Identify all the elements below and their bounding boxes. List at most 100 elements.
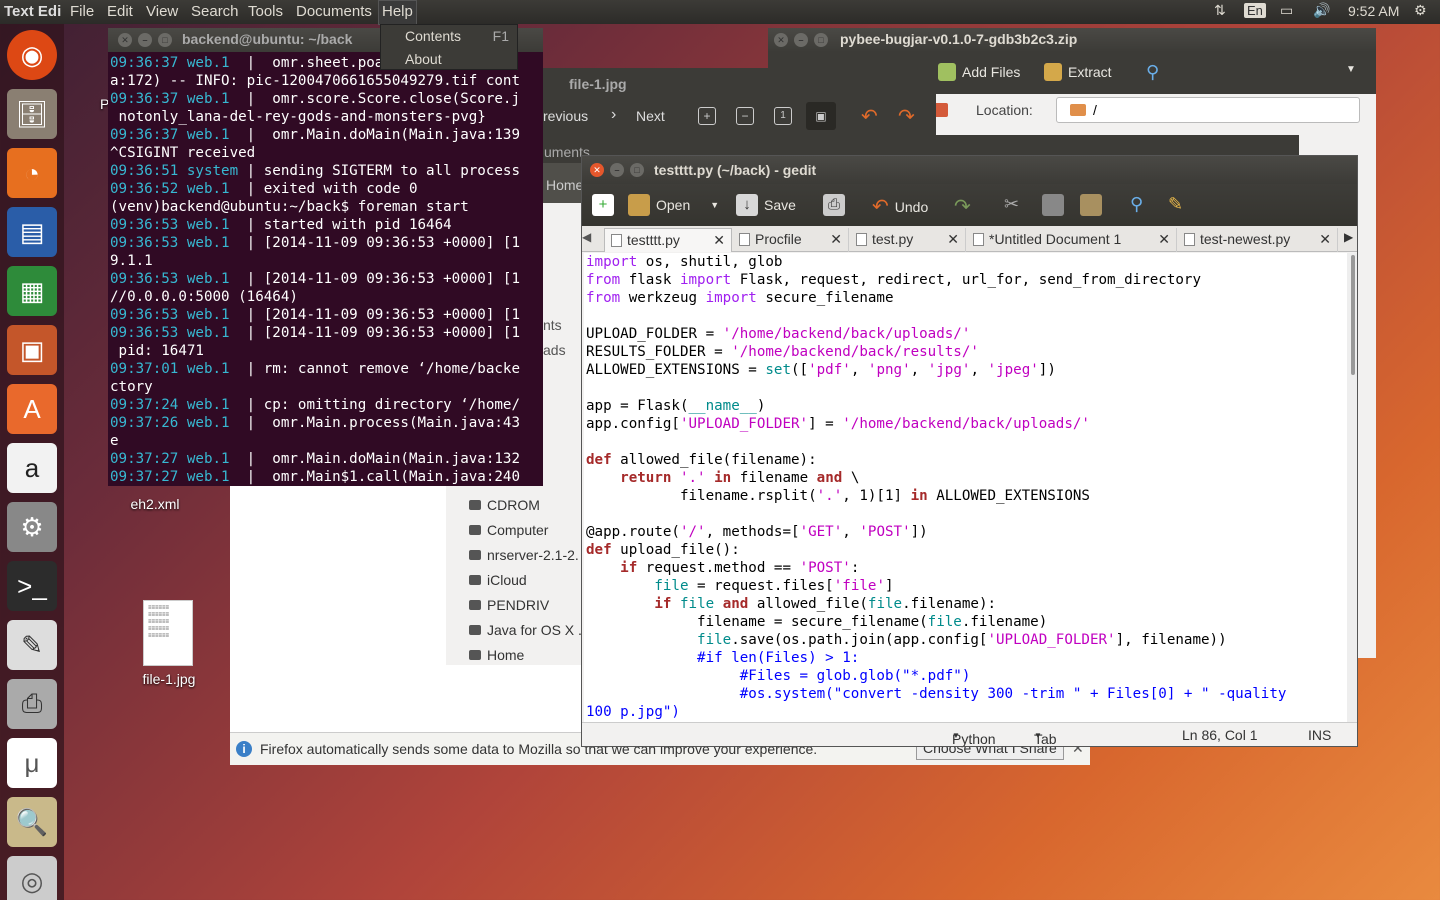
firefox-icon[interactable]: ◔ — [7, 148, 57, 198]
extract-button[interactable]: Extract — [1044, 63, 1112, 81]
menu-edit[interactable]: Edit — [107, 3, 133, 20]
software-center-icon[interactable]: A — [7, 384, 57, 434]
terminal-close-icon[interactable]: ✕ — [118, 33, 132, 47]
zoom-in-icon[interactable]: + — [698, 107, 716, 125]
sidebar-item-home[interactable]: Home — [468, 647, 524, 663]
menu-file[interactable]: File — [70, 3, 94, 20]
clock[interactable]: 9:52 AM — [1348, 3, 1399, 19]
cut-button[interactable]: ✂ — [1004, 194, 1019, 215]
files-icon[interactable]: 🗄 — [7, 89, 57, 139]
sidebar-item-java[interactable]: Java for OS X . — [469, 622, 582, 638]
sidebar-item-nrserver[interactable]: nrserver-2.1-2. — [469, 547, 579, 563]
find-replace-button[interactable]: ✎ — [1168, 194, 1183, 215]
power-gear-icon[interactable]: ⚙ — [1414, 2, 1427, 19]
gedit-maximize-icon[interactable]: □ — [630, 163, 644, 177]
previous-button[interactable]: revious — [543, 108, 588, 124]
rotate-left-icon[interactable]: ↶ — [861, 104, 878, 129]
mu-icon[interactable]: μ — [7, 738, 57, 788]
printer-icon[interactable]: ⎙ — [7, 679, 57, 729]
home-icon[interactable] — [934, 103, 948, 117]
code-editor[interactable]: import os, shutil, glob from flask impor… — [584, 253, 1348, 723]
next-arrow-icon[interactable]: › — [611, 106, 616, 124]
terminal-output[interactable]: 09:36:37 web.1 | omr.sheet.poada:172) --… — [110, 54, 520, 486]
archive-menu-chevron-icon[interactable]: ▼ — [1346, 64, 1356, 75]
terminal-window[interactable]: ✕ – □ backend@ubuntu: ~/back 09:36:37 we… — [108, 28, 543, 486]
tab-testttt[interactable]: testttt.py ✕ — [604, 228, 732, 252]
home-path-button[interactable]: Home — [543, 163, 583, 203]
tab-test-newest[interactable]: test-newest.py ✕ — [1178, 228, 1338, 252]
gedit-toolbar: + Open ▼ ↓ Save ⎙ ↶ Undo ↷ ✂ ⚲ ✎ — [582, 184, 1357, 226]
zoom-fit-icon[interactable]: ▣ — [806, 102, 836, 130]
help-menu-about[interactable]: About — [405, 51, 442, 67]
ubuntu-dash-icon[interactable]: ◉ — [7, 30, 57, 80]
volume-icon[interactable]: 🔊 — [1313, 2, 1330, 19]
save-button[interactable]: ↓ Save — [736, 194, 796, 216]
tab-close-icon[interactable]: ✕ — [830, 228, 842, 250]
file-icon — [973, 233, 984, 246]
zoom-normal-icon[interactable]: 1 — [774, 107, 792, 125]
undo-button[interactable]: ↶ Undo — [872, 194, 928, 219]
menu-tools[interactable]: Tools — [248, 3, 283, 20]
new-document-button[interactable]: + — [592, 194, 614, 216]
next-button[interactable]: Next — [636, 108, 665, 124]
find-button[interactable]: ⚲ — [1130, 194, 1143, 215]
impress-icon[interactable]: ▣ — [7, 325, 57, 375]
terminal-line: 09:36:53 web.1 | started with pid 16464 — [110, 216, 520, 234]
tab-untitled[interactable]: *Untitled Document 1 ✕ — [967, 228, 1177, 252]
help-menu-contents[interactable]: Contents — [405, 28, 461, 44]
scrollbar-thumb[interactable] — [1351, 255, 1355, 375]
editor-scrollbar[interactable] — [1347, 253, 1357, 723]
add-files-button[interactable]: Add Files — [938, 63, 1020, 81]
redo-button[interactable]: ↷ — [954, 194, 971, 219]
tabs-scroll-right-icon[interactable]: ▶ — [1344, 230, 1353, 244]
zoom-out-icon[interactable]: − — [736, 107, 754, 125]
paste-button[interactable] — [1080, 194, 1102, 216]
location-field[interactable]: / — [1056, 97, 1360, 123]
archive-search-icon[interactable]: ⚲ — [1146, 62, 1159, 83]
image-viewer-icon[interactable]: 🔍 — [7, 797, 57, 847]
menu-help[interactable]: Help — [378, 0, 417, 25]
terminal-minimize-icon[interactable]: – — [138, 33, 152, 47]
tab-test[interactable]: test.py ✕ — [850, 228, 966, 252]
network-transfer-icon[interactable]: ⇅ — [1214, 2, 1226, 19]
archive-close-icon[interactable]: ✕ — [774, 33, 788, 47]
sidebar-item-computer[interactable]: Computer — [468, 522, 548, 538]
cut-icon: ✂ — [1004, 194, 1020, 214]
tab-close-icon[interactable]: ✕ — [713, 229, 725, 251]
gedit-close-icon[interactable]: ✕ — [590, 163, 604, 177]
writer-icon[interactable]: ▤ — [7, 207, 57, 257]
tab-close-icon[interactable]: ✕ — [1319, 228, 1331, 250]
tabs-scroll-left-icon[interactable]: ◀ — [582, 230, 591, 244]
desktop-file-thumbnail-icon[interactable]: ≡≡≡≡≡≡ ≡≡≡≡≡≡ ≡≡≡≡≡≡ ≡≡≡≡≡≡ ≡≡≡≡≡≡ — [143, 600, 193, 666]
calc-icon[interactable]: ▦ — [7, 266, 57, 316]
copy-button[interactable] — [1042, 194, 1064, 216]
desktop-icon-file1-label[interactable]: file-1.jpg — [130, 671, 208, 687]
desktop-icon-eh2-label[interactable]: eh2.xml — [120, 496, 190, 512]
disc-icon[interactable]: ◎ — [7, 856, 57, 900]
tab-close-icon[interactable]: ✕ — [1158, 228, 1170, 250]
code-text[interactable]: import os, shutil, glob from flask impor… — [586, 253, 1286, 721]
tab-procfile[interactable]: Procfile ✕ — [733, 228, 849, 252]
archive-minimize-icon[interactable]: – — [794, 33, 808, 47]
menu-documents[interactable]: Documents — [296, 3, 372, 20]
archive-maximize-icon[interactable]: □ — [814, 33, 828, 47]
open-dropdown-chevron-icon[interactable]: ▼ — [710, 200, 719, 210]
menu-view[interactable]: View — [146, 3, 178, 20]
tab-close-icon[interactable]: ✕ — [947, 228, 959, 250]
sidebar-item-icloud[interactable]: iCloud — [469, 572, 527, 588]
amazon-icon[interactable]: a — [7, 443, 57, 493]
gedit-minimize-icon[interactable]: – — [610, 163, 624, 177]
settings-icon[interactable]: ⚙ — [7, 502, 57, 552]
menu-search[interactable]: Search — [191, 3, 239, 20]
text-editor-icon[interactable]: ✎ — [7, 620, 57, 670]
rotate-right-icon[interactable]: ↷ — [898, 104, 915, 129]
keyboard-layout-indicator[interactable]: En — [1244, 2, 1266, 18]
print-button[interactable]: ⎙ — [823, 194, 845, 216]
battery-icon[interactable]: ▭ — [1280, 2, 1293, 19]
terminal-maximize-icon[interactable]: □ — [158, 33, 172, 47]
open-button[interactable]: Open ▼ — [628, 194, 719, 216]
sidebar-item-cdrom[interactable]: CDROM — [469, 497, 540, 513]
terminal-timestamp: 09:37:27 web.1 — [110, 451, 247, 467]
terminal-icon[interactable]: >_ — [7, 561, 57, 611]
sidebar-item-pendriv[interactable]: PENDRIV — [468, 597, 549, 613]
